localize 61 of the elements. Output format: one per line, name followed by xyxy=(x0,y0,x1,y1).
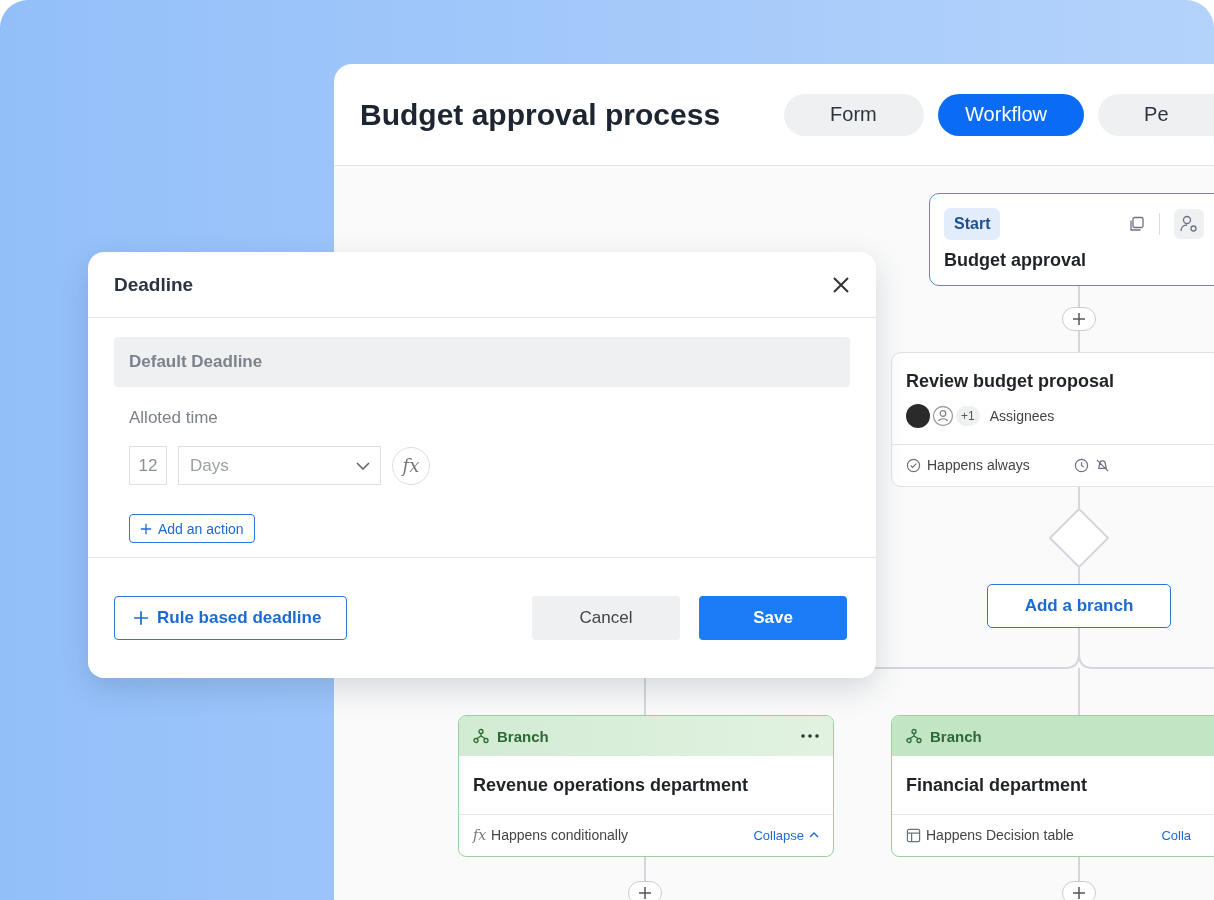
add-step-button[interactable] xyxy=(628,881,662,900)
formula-icon: fx xyxy=(473,827,487,843)
branch-title: Revenue operations department xyxy=(473,774,749,796)
assignee-settings-button[interactable] xyxy=(1174,209,1204,239)
plus-icon xyxy=(133,610,149,626)
node-title: Review budget proposal xyxy=(906,371,1116,392)
plus-icon xyxy=(140,522,152,535)
clock-icon[interactable] xyxy=(1074,457,1089,473)
branch-icon xyxy=(906,728,922,744)
more-icon[interactable] xyxy=(801,734,819,738)
amount-field[interactable]: 12 xyxy=(129,446,167,485)
check-circle-icon xyxy=(906,457,921,473)
chevron-down-icon xyxy=(356,461,370,470)
start-badge: Start xyxy=(944,208,1001,240)
condition-text: Happens always xyxy=(927,457,1030,473)
branch-icon xyxy=(473,728,489,744)
add-step-button[interactable] xyxy=(1062,307,1096,331)
avatar xyxy=(906,404,930,428)
person-icon xyxy=(932,405,954,427)
branch-label: Branch xyxy=(497,727,549,745)
condition-text: Happens Decision table xyxy=(926,827,1074,843)
decision-diamond xyxy=(1049,508,1109,568)
condition-text: Happens conditionally xyxy=(491,827,629,843)
connector-line xyxy=(1078,567,1080,585)
copy-icon[interactable] xyxy=(1129,216,1145,232)
rule-deadline-button[interactable]: Rule based deadline xyxy=(114,596,347,640)
page-tab[interactable]: Form xyxy=(784,93,925,136)
bell-slash-icon[interactable] xyxy=(1095,457,1110,473)
plus-icon xyxy=(1072,886,1086,900)
cancel-button[interactable]: Cancel xyxy=(532,596,680,640)
node-title: Budget approval xyxy=(944,250,1087,271)
connector-line xyxy=(644,856,646,882)
plus-icon xyxy=(1072,312,1086,326)
branch-label: Branch xyxy=(930,727,982,745)
assignee-count: +1 xyxy=(956,406,980,426)
task-node[interactable]: Review budget proposal +1 Assignees Happens always xyxy=(891,352,1214,487)
add-branch-button[interactable]: Add a branch xyxy=(987,584,1171,628)
page-tab[interactable]: Workflow xyxy=(938,93,1085,136)
close-button[interactable] xyxy=(832,275,850,294)
branch-title: Financial department xyxy=(906,774,1088,796)
unit-dropdown[interactable]: Days xyxy=(178,446,381,485)
add-step-button[interactable] xyxy=(1062,881,1096,900)
branch-card[interactable]: Branch Financial department Happens Decision table Colla xyxy=(891,715,1214,857)
collapse-link[interactable]: Colla xyxy=(1161,827,1191,843)
page-title: Budget approval process xyxy=(360,97,721,132)
formula-button[interactable]: fx xyxy=(392,446,430,485)
section-header: Default Deadline xyxy=(114,337,850,387)
save-button[interactable]: Save xyxy=(699,596,847,640)
branch-card[interactable]: Branch Revenue operations department fx Happens conditionally Collapse xyxy=(458,715,834,857)
connector-line xyxy=(1078,856,1080,882)
dialog-title: Deadline xyxy=(114,273,194,296)
chevron-up-icon xyxy=(809,832,819,838)
table-icon xyxy=(906,827,921,843)
collapse-link[interactable]: Collapse xyxy=(753,827,819,843)
field-label: Alloted time xyxy=(129,408,219,428)
connector-line xyxy=(1078,486,1080,509)
page-tab[interactable]: Pe xyxy=(1098,93,1214,136)
plus-icon xyxy=(638,886,652,900)
assignees-label: Assignees xyxy=(989,408,1055,424)
start-node[interactable]: Start Budget approval xyxy=(929,193,1214,286)
add-action-button[interactable]: Add an action xyxy=(129,514,255,543)
